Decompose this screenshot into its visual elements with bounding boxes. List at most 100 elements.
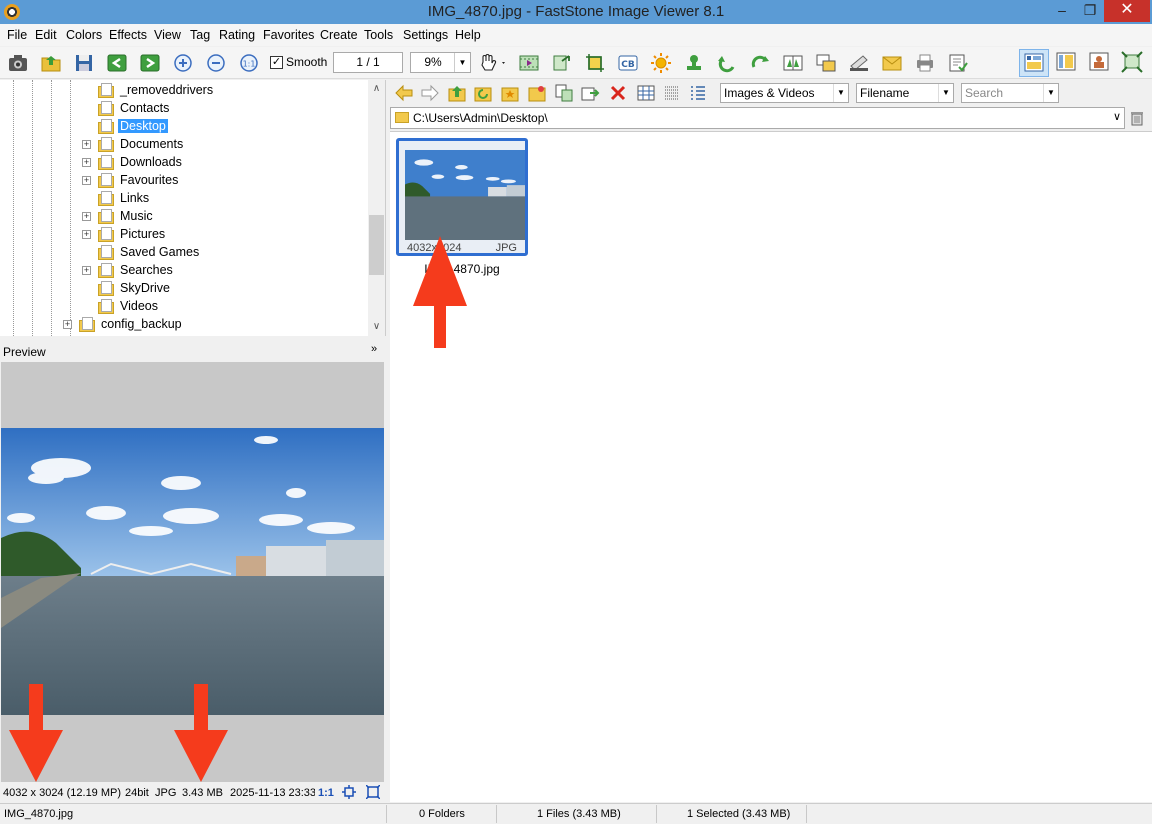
forward-icon[interactable] xyxy=(420,83,440,103)
minimize-button[interactable]: – xyxy=(1048,0,1076,22)
chevron-down-icon[interactable]: ▼ xyxy=(1043,84,1058,102)
file-type-filter[interactable]: Images & Videos ▼ xyxy=(720,83,849,103)
new-folder-icon[interactable] xyxy=(527,83,547,103)
tree-item-downloads[interactable]: + Downloads xyxy=(82,153,184,171)
compare-icon[interactable] xyxy=(815,52,837,74)
thumbnail-browser[interactable]: 4032x3024 JPG IMG_4870.jpg xyxy=(390,131,1152,802)
tree-item-favourites[interactable]: + Favourites xyxy=(82,171,180,189)
flip-icon[interactable] xyxy=(782,52,804,74)
favorites-folder-icon[interactable] xyxy=(500,83,520,103)
menu-create[interactable]: Create xyxy=(320,28,358,42)
tree-item-pictures[interactable]: + Pictures xyxy=(82,225,167,243)
tree-item-music[interactable]: + Music xyxy=(82,207,155,225)
menu-settings[interactable]: Settings xyxy=(403,28,448,42)
rotate-right-icon[interactable] xyxy=(749,52,771,74)
tree-item-contacts[interactable]: Contacts xyxy=(98,99,171,117)
path-bar[interactable]: C:\Users\Admin\Desktop\ ∨ xyxy=(390,107,1125,129)
tree-item-saved-games[interactable]: Saved Games xyxy=(98,243,201,261)
smooth-checkbox[interactable]: ✓ Smooth xyxy=(270,55,327,69)
expand-icon[interactable]: + xyxy=(82,139,91,149)
expand-icon[interactable]: + xyxy=(82,265,91,275)
collapse-icon[interactable]: » xyxy=(371,343,377,355)
tree-scrollbar[interactable]: ∧ ∨ xyxy=(368,80,385,336)
delete-icon[interactable] xyxy=(608,83,628,103)
menu-tag[interactable]: Tag xyxy=(190,28,210,42)
list-view-icon[interactable] xyxy=(662,83,682,103)
menu-colors[interactable]: Colors xyxy=(66,28,102,42)
faststone-window: IMG_4870.jpg - FastStone Image Viewer 8.… xyxy=(0,0,1152,824)
menu-tools[interactable]: Tools xyxy=(364,28,393,42)
expand-icon[interactable]: + xyxy=(82,157,91,167)
restore-button[interactable]: ❐ xyxy=(1076,0,1104,22)
actual-size-icon[interactable]: 1:1 xyxy=(238,52,260,74)
menu-help[interactable]: Help xyxy=(455,28,481,42)
email-icon[interactable] xyxy=(881,52,903,74)
brightness-icon[interactable] xyxy=(650,52,672,74)
fit-window-icon[interactable] xyxy=(342,785,356,802)
thumbnails-view-icon[interactable] xyxy=(636,83,656,103)
menu-effects[interactable]: Effects xyxy=(109,28,147,42)
tree-item-skydrive[interactable]: SkyDrive xyxy=(98,279,172,297)
search-input[interactable]: Search ▼ xyxy=(961,83,1059,103)
zoom-dropdown-arrow[interactable]: ▼ xyxy=(454,53,470,72)
scroll-down-icon[interactable]: ∨ xyxy=(368,318,385,335)
sort-select[interactable]: Filename ▼ xyxy=(856,83,954,103)
print-icon[interactable] xyxy=(914,52,936,74)
preview-view-button[interactable] xyxy=(1052,49,1082,77)
chevron-down-icon[interactable]: ▼ xyxy=(938,84,953,102)
move-to-icon[interactable] xyxy=(580,83,600,103)
refresh-icon[interactable] xyxy=(473,83,493,103)
settings-checklist-icon[interactable] xyxy=(947,52,969,74)
resize-icon[interactable] xyxy=(551,52,573,74)
acquire-camera-icon[interactable] xyxy=(7,52,29,74)
expand-icon[interactable]: + xyxy=(82,175,91,185)
tree-item-removeddrivers[interactable]: _removeddrivers xyxy=(98,81,215,99)
menu-rating[interactable]: Rating xyxy=(219,28,255,42)
chevron-down-icon[interactable]: ∨ xyxy=(1113,110,1121,123)
full-screen-icon[interactable] xyxy=(365,784,381,802)
color-balance-icon[interactable]: CB xyxy=(617,52,639,74)
slideshow-icon[interactable] xyxy=(518,52,540,74)
copy-to-icon[interactable] xyxy=(554,83,574,103)
scroll-up-icon[interactable]: ∧ xyxy=(368,80,385,97)
details-view-icon[interactable] xyxy=(688,83,708,103)
tree-item-desktop[interactable]: Desktop xyxy=(98,117,168,135)
back-icon[interactable] xyxy=(394,83,414,103)
scanner-icon[interactable] xyxy=(848,52,870,74)
next-icon[interactable] xyxy=(139,52,161,74)
actual-size-button[interactable]: 1:1 xyxy=(318,787,334,799)
tree-item-config-backup[interactable]: + config_backup xyxy=(63,315,184,333)
crop-icon[interactable] xyxy=(584,52,606,74)
zoom-out-icon[interactable] xyxy=(205,52,227,74)
tree-item-documents[interactable]: + Documents xyxy=(82,135,185,153)
previous-icon[interactable] xyxy=(106,52,128,74)
chevron-down-icon[interactable]: ▼ xyxy=(833,84,848,102)
fullscreen-button[interactable] xyxy=(1118,49,1148,77)
browser-view-button[interactable] xyxy=(1019,49,1049,77)
tree-item-label: Downloads xyxy=(120,155,182,169)
tree-item-links[interactable]: Links xyxy=(98,189,151,207)
expand-icon[interactable]: + xyxy=(63,319,72,329)
open-folder-icon[interactable] xyxy=(40,52,62,74)
hand-tool-icon[interactable] xyxy=(477,52,509,74)
menu-file[interactable]: File xyxy=(7,28,27,42)
menu-favorites[interactable]: Favorites xyxy=(263,28,314,42)
tree-item-videos[interactable]: Videos xyxy=(98,297,160,315)
scroll-thumb[interactable] xyxy=(369,215,384,275)
save-icon[interactable] xyxy=(73,52,95,74)
smooth-checkbox-box[interactable]: ✓ xyxy=(270,55,283,69)
rotate-left-icon[interactable] xyxy=(716,52,738,74)
page-indicator[interactable]: 1 / 1 xyxy=(333,52,403,73)
menu-edit[interactable]: Edit xyxy=(35,28,57,42)
close-button[interactable]: ✕ xyxy=(1104,0,1150,22)
expand-icon[interactable]: + xyxy=(82,211,91,221)
expand-icon[interactable]: + xyxy=(82,229,91,239)
tree-item-searches[interactable]: + Searches xyxy=(82,261,175,279)
zoom-select[interactable]: 9% ▼ xyxy=(410,52,471,73)
menu-view[interactable]: View xyxy=(154,28,181,42)
parent-folder-icon[interactable] xyxy=(447,83,467,103)
recycle-bin-icon[interactable] xyxy=(1129,110,1145,126)
single-view-button[interactable] xyxy=(1085,49,1115,77)
stamp-icon[interactable] xyxy=(683,52,705,74)
zoom-in-icon[interactable] xyxy=(172,52,194,74)
